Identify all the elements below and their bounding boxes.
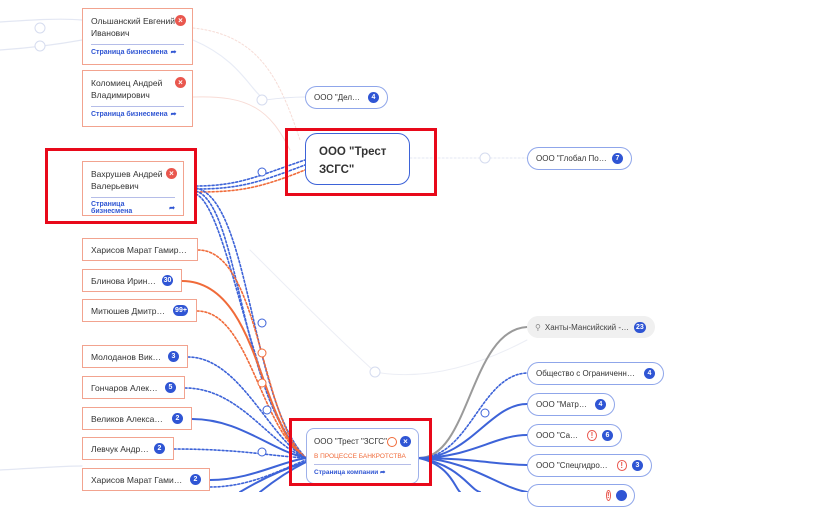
edge-faint (249, 249, 376, 373)
company-pill-delkon[interactable]: ООО "Делкон" 4 (305, 86, 388, 109)
count-badge: 2 (154, 443, 165, 454)
close-icon[interactable]: × (175, 77, 186, 88)
count-badge: 99+ (173, 305, 188, 316)
highlight-box-main (285, 128, 437, 196)
clock-icon (257, 318, 267, 328)
count-badge: 5 (165, 382, 176, 393)
edge-faint (374, 339, 528, 376)
count-badge: 3 (168, 351, 179, 362)
count-badge: 4 (368, 92, 379, 103)
person-card-olshansky[interactable]: Ольшанский Евгений Иванович Страница биз… (82, 8, 193, 65)
company-pill-partial[interactable]: ! (527, 484, 635, 507)
person-chip[interactable]: Левчук Андрей… 2 (82, 437, 174, 460)
person-chip[interactable]: Блинова Ирина… 30 (82, 269, 182, 292)
company-pill-global-port[interactable]: ООО "Глобал Порт… 7 (527, 147, 632, 170)
connector-dot (34, 22, 46, 34)
clock-icon (257, 378, 267, 388)
highlight-box-person (45, 148, 197, 224)
region-pill[interactable]: ⚲ Ханты-Мансийский -… 23 (527, 316, 655, 338)
edge-faint (0, 465, 83, 471)
edge-faint (264, 96, 306, 101)
person-chip[interactable]: Харисов Марат Гамирович 2 (82, 468, 210, 491)
edge-faint (192, 39, 266, 101)
businessman-page-link[interactable]: Страница бизнесмена ➦ (91, 48, 184, 57)
count-badge: 30 (161, 275, 173, 286)
company-pill-obshchestvo[interactable]: Общество с Ограниченной… 4 (527, 362, 664, 385)
highlight-box-company (289, 418, 432, 486)
map-pin-icon: ⚲ (535, 322, 541, 332)
company-pill-specgidrodor[interactable]: ООО "Спецгидродор" ! 3 (527, 454, 652, 477)
company-pill-matrica[interactable]: ООО "Матрица" 4 (527, 393, 615, 416)
company-pill-sayma[interactable]: ООО "Сайма" ! 6 (527, 424, 622, 447)
connector-dot (479, 152, 491, 164)
connector-dot (369, 366, 381, 378)
person-name: Коломиец Андрей Владимирович (91, 78, 163, 100)
close-icon[interactable]: × (175, 15, 186, 26)
count-badge: 2 (190, 474, 201, 485)
edge-goncharov (184, 387, 307, 459)
count-badge: 2 (172, 413, 183, 424)
clock-icon (257, 167, 267, 177)
person-chip[interactable]: Молоданов Виктор… 3 (82, 345, 188, 368)
edge-region (418, 326, 528, 459)
connector-dot (34, 40, 46, 52)
share-arrow-icon: ➦ (170, 111, 177, 118)
edge-faint (192, 27, 301, 141)
clock-icon (480, 408, 490, 418)
clock-icon (262, 405, 272, 415)
clock-icon (257, 348, 267, 358)
person-name: Ольшанский Евгений Иванович (91, 16, 175, 38)
person-card-kolomiets[interactable]: Коломиец Андрей Владимирович Страница би… (82, 70, 193, 127)
clock-icon (257, 447, 267, 457)
edge-faint (0, 18, 83, 23)
count-badge: 4 (644, 368, 655, 379)
divider (91, 106, 184, 107)
count-badge: 23 (634, 321, 646, 333)
divider (91, 44, 184, 45)
count-badge: 4 (595, 399, 606, 410)
count-badge: 6 (602, 430, 613, 441)
person-chip[interactable]: Митюшев Дмитрий… 99+ (82, 299, 197, 322)
person-chip[interactable]: Харисов Марат Гамирович (82, 238, 198, 261)
count-badge: 7 (612, 153, 623, 164)
businessman-page-link[interactable]: Страница бизнесмена ➦ (91, 110, 184, 119)
warning-icon: ! (586, 430, 597, 441)
share-arrow-icon: ➦ (170, 49, 177, 56)
person-chip[interactable]: Гончаров Алексей… 5 (82, 376, 185, 399)
edge-faint (192, 96, 291, 151)
person-chip[interactable]: Великов Александр… 2 (82, 407, 192, 430)
edge-matrica (418, 403, 528, 459)
edge-obshchestvo (418, 372, 528, 459)
count-badge: 3 (632, 460, 643, 471)
warning-icon: ! (616, 460, 627, 471)
connector-dot (256, 94, 268, 106)
